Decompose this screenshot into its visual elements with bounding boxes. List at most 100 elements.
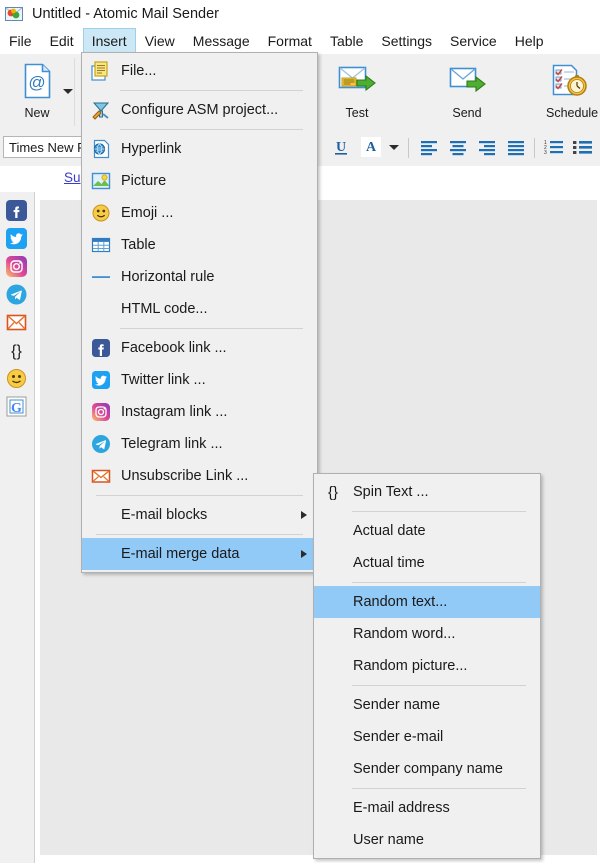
menu-item-label: User name <box>353 832 424 848</box>
sidebar-item-instagram[interactable] <box>6 256 27 277</box>
svg-text:3: 3 <box>544 150 547 156</box>
menu-item-label: Table <box>121 237 156 253</box>
menu-item-sender-email[interactable]: Sender e-mail <box>314 721 540 753</box>
menu-item-label: Horizontal rule <box>121 269 215 285</box>
menubar-item-file[interactable]: File <box>0 28 41 54</box>
menu-item-label: E-mail address <box>353 800 450 816</box>
menu-item-label: HTML code... <box>121 301 208 317</box>
new-dropdown-caret-icon[interactable] <box>63 89 73 94</box>
menu-item-file[interactable]: File... <box>82 55 317 87</box>
send-button-label: Send <box>452 106 482 120</box>
menu-item-unsubscribe-link[interactable]: Unsubscribe Link ... <box>82 460 317 492</box>
menu-item-user-name[interactable]: User name <box>314 824 540 856</box>
menu-item-telegram-link[interactable]: Telegram link ... <box>82 428 317 460</box>
menu-item-horizontal-rule[interactable]: Horizontal rule <box>82 261 317 293</box>
sidebar-item-facebook[interactable] <box>6 200 27 221</box>
menubar-item-format[interactable]: Format <box>259 28 321 54</box>
hyperlink-globe-icon <box>91 139 111 159</box>
underline-icon[interactable]: U <box>330 136 352 158</box>
menu-item-html-code[interactable]: HTML code... <box>82 293 317 325</box>
menu-item-label: Configure ASM project... <box>121 102 279 118</box>
menubar-item-settings[interactable]: Settings <box>372 28 441 54</box>
menubar-item-help[interactable]: Help <box>506 28 553 54</box>
menu-item-label: Picture <box>121 173 167 189</box>
menu-item-random-picture[interactable]: Random picture... <box>314 650 540 682</box>
menubar-item-table[interactable]: Table <box>321 28 372 54</box>
menubar-item-insert[interactable]: Insert <box>82 28 136 54</box>
schedule-button-label: Schedule <box>546 106 599 120</box>
sidebar-item-spin-text[interactable]: {} <box>6 340 27 361</box>
svg-text:{}: {} <box>11 343 22 360</box>
menu-separator <box>352 788 526 789</box>
menu-item-random-text[interactable]: Random text... <box>314 586 540 618</box>
send-button[interactable]: Send <box>436 62 498 120</box>
menu-item-email-address[interactable]: E-mail address <box>314 792 540 824</box>
menubar-item-view[interactable]: View <box>136 28 184 54</box>
sidebar-item-unsubscribe[interactable] <box>6 312 27 333</box>
format-separator-2 <box>534 138 535 158</box>
menubar-item-message[interactable]: Message <box>184 28 259 54</box>
menu-item-picture[interactable]: Picture <box>82 165 317 197</box>
svg-text:{}: {} <box>328 484 338 501</box>
subject-link[interactable]: Su <box>64 170 81 185</box>
menu-separator <box>120 90 303 91</box>
align-justify-icon[interactable] <box>505 136 527 158</box>
menubar-item-edit[interactable]: Edit <box>41 28 83 54</box>
menu-item-facebook-link[interactable]: Facebook link ... <box>82 332 317 364</box>
menu-item-label: Random word... <box>353 626 456 642</box>
twitter-icon <box>91 370 111 390</box>
svg-text:@: @ <box>28 73 45 92</box>
picture-icon <box>91 171 111 191</box>
menu-item-label: Actual date <box>353 523 426 539</box>
menu-item-sender-company-name[interactable]: Sender company name <box>314 753 540 785</box>
configure-asm-icon <box>91 100 111 120</box>
menu-item-actual-time[interactable]: Actual time <box>314 547 540 579</box>
menu-item-label: Hyperlink <box>121 141 182 157</box>
menu-separator <box>120 328 303 329</box>
numbered-list-icon[interactable]: 123 <box>543 136 565 158</box>
menu-item-instagram-link[interactable]: Instagram link ... <box>82 396 317 428</box>
sidebar-item-google[interactable]: G <box>6 396 27 417</box>
menu-item-label: Instagram link ... <box>121 404 228 420</box>
telegram-icon <box>91 434 111 454</box>
sidebar-item-emoji[interactable] <box>6 368 27 389</box>
new-button[interactable]: @ New <box>6 62 68 120</box>
sidebar-item-telegram[interactable] <box>6 284 27 305</box>
schedule-button[interactable]: Schedule <box>540 62 600 120</box>
menu-item-label: Emoji ... <box>121 205 174 221</box>
menu-item-twitter-link[interactable]: Twitter link ... <box>82 364 317 396</box>
font-color-icon[interactable]: A <box>360 136 382 158</box>
menu-item-hyperlink[interactable]: Hyperlink <box>82 133 317 165</box>
send-envelope-icon <box>436 62 498 103</box>
table-grid-icon <box>91 235 111 255</box>
menu-item-emoji[interactable]: Emoji ... <box>82 197 317 229</box>
align-left-icon[interactable] <box>418 136 440 158</box>
align-right-icon[interactable] <box>476 136 498 158</box>
menu-item-configure-asm-project[interactable]: Configure ASM project... <box>82 94 317 126</box>
schedule-clock-icon <box>548 62 600 103</box>
font-color-dropdown-caret-icon[interactable] <box>389 145 399 150</box>
menu-item-table[interactable]: Table <box>82 229 317 261</box>
submenu-arrow-icon <box>301 511 307 519</box>
menu-separator <box>352 511 526 512</box>
align-center-icon[interactable] <box>447 136 469 158</box>
menu-item-actual-date[interactable]: Actual date <box>314 515 540 547</box>
menubar-item-service[interactable]: Service <box>441 28 506 54</box>
sidebar-item-twitter[interactable] <box>6 228 27 249</box>
test-button[interactable]: Test <box>326 62 388 120</box>
unsubscribe-envelope-icon <box>91 466 111 486</box>
menu-item-label: File... <box>121 63 157 79</box>
bulleted-list-icon[interactable] <box>572 136 594 158</box>
menu-separator <box>120 129 303 130</box>
menu-separator <box>352 685 526 686</box>
menu-item-label: Telegram link ... <box>121 436 223 452</box>
menu-item-email-merge-data[interactable]: E-mail merge data <box>82 538 317 570</box>
insert-dropdown-menu: File... Configure ASM project... Hyperli… <box>81 52 318 573</box>
menu-item-spin-text[interactable]: {} Spin Text ... <box>314 476 540 508</box>
menu-item-label: Actual time <box>353 555 425 571</box>
menu-item-email-blocks[interactable]: E-mail blocks <box>82 499 317 531</box>
menu-item-sender-name[interactable]: Sender name <box>314 689 540 721</box>
test-send-envelope-icon <box>326 62 388 103</box>
new-document-at-icon: @ <box>6 62 68 103</box>
menu-item-random-word[interactable]: Random word... <box>314 618 540 650</box>
